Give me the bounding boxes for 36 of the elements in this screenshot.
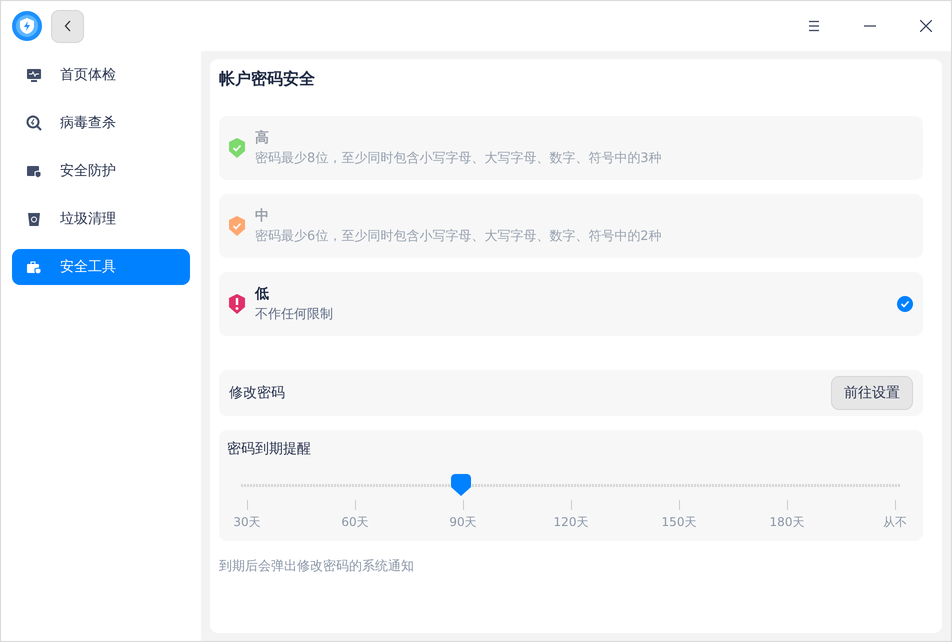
checkmark-icon (897, 296, 913, 312)
notice-text: 到期后会弹出修改密码的系统通知 (219, 558, 415, 575)
menu-icon (808, 20, 820, 32)
level-name: 低 (255, 285, 270, 303)
trash-icon (26, 211, 42, 227)
slider-handle[interactable] (450, 474, 471, 496)
back-button[interactable] (51, 10, 84, 42)
level-name: 高 (255, 129, 270, 147)
tick-label: 180天 (770, 514, 804, 531)
tick-label: 从不 (883, 514, 907, 531)
level-description: 不作任何限制 (255, 306, 334, 323)
tick-label: 120天 (554, 514, 588, 531)
tick-label: 60天 (341, 514, 369, 531)
monitor-icon (26, 67, 42, 83)
app-logo-icon (12, 11, 42, 41)
sidebar-item[interactable]: 安全工具 (12, 249, 190, 285)
sidebar-item[interactable]: 安全防护 (12, 153, 190, 189)
tick-label: 90天 (449, 514, 477, 531)
sidebar-item[interactable]: 首页体检 (12, 57, 190, 93)
settings-button[interactable]: 前往设置 (831, 376, 913, 410)
level-name: 中 (255, 207, 270, 225)
chevron-left-icon (64, 20, 72, 32)
sidebar-item[interactable]: 病毒查杀 (12, 105, 190, 141)
shield-card-icon (26, 163, 42, 179)
expiry-reminder-label: 密码到期提醒 (227, 440, 312, 458)
change-password-label: 修改密码 (229, 384, 285, 402)
tick-label: 150天 (662, 514, 696, 531)
section-title: 帐户密码安全 (219, 69, 316, 90)
tick-label: 30天 (233, 514, 261, 531)
level-description: 密码最少6位，至少同时包含小写字母、大写字母、数字、符号中的2种 (255, 228, 663, 245)
magnifier-icon (26, 115, 42, 131)
level-description: 密码最少8位，至少同时包含小写字母、大写字母、数字、符号中的3种 (255, 150, 663, 167)
toolbox-icon (26, 259, 42, 275)
close-icon (920, 20, 932, 32)
sidebar-item[interactable]: 垃圾清理 (12, 201, 190, 237)
level-option[interactable]: 低 不作任何限制 (219, 272, 923, 336)
